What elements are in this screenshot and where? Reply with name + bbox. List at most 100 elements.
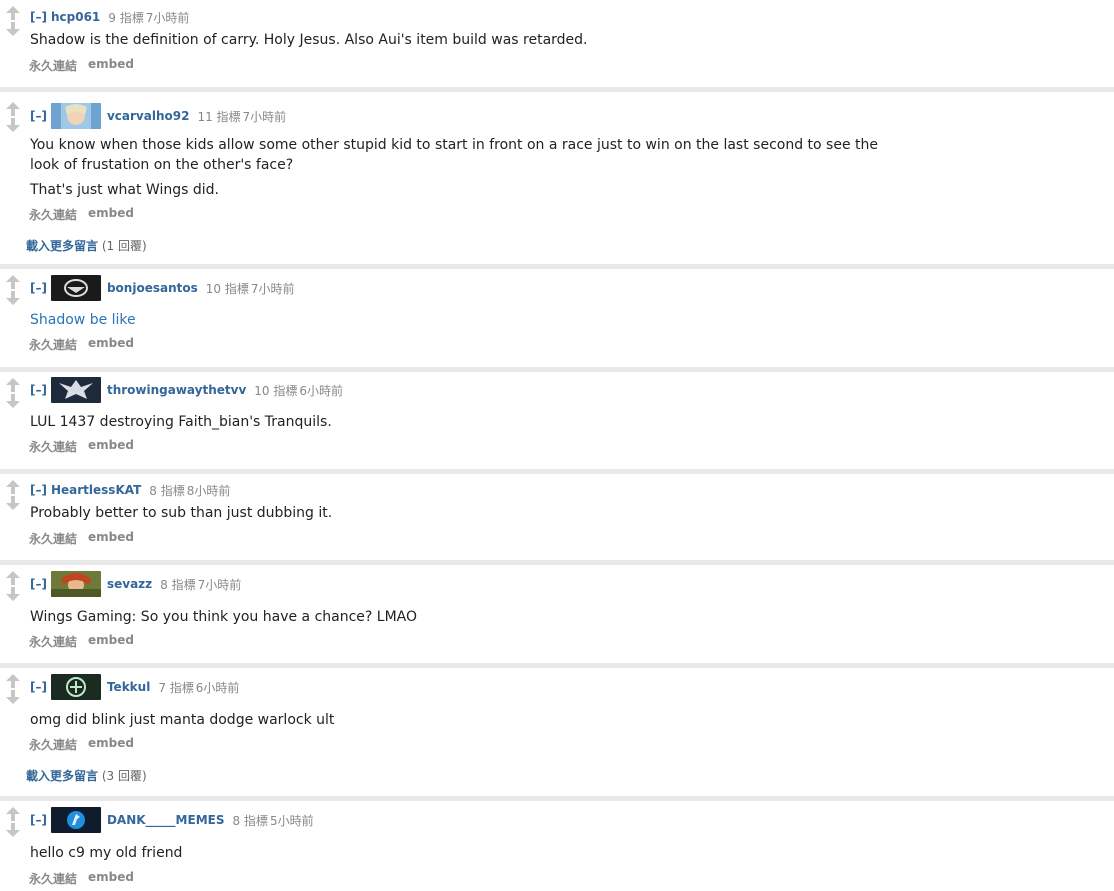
collapse-toggle[interactable]: [–]: [30, 10, 47, 24]
comment-buttons: 永久連結 embed: [29, 57, 134, 74]
comment-body: hello c9 my old friend: [30, 843, 890, 863]
score: 8 指標: [149, 483, 185, 498]
comment-text: That's just what Wings did.: [30, 182, 219, 198]
comment-tagline: [–] HeartlessKAT 8 指標 8小時前: [30, 478, 230, 502]
permalink-button[interactable]: 永久連結: [29, 206, 77, 223]
downvote-arrow-icon[interactable]: [5, 496, 21, 510]
comment-tagline: [–] throwingawaythetvv 10 指標 6小時前: [30, 376, 343, 404]
downvote-arrow-icon[interactable]: [5, 690, 21, 704]
vote-controls: [5, 6, 21, 36]
permalink-button[interactable]: 永久連結: [29, 336, 77, 353]
upvote-arrow-icon[interactable]: [5, 6, 21, 20]
score: 11 指標: [197, 109, 241, 124]
timestamp: 6小時前: [195, 680, 240, 695]
upvote-arrow-icon[interactable]: [5, 102, 21, 116]
comment-text: You know when those kids allow some othe…: [30, 137, 878, 173]
comment: [–] vcarvalho92 11 指標 7小時前 You know when…: [0, 92, 1114, 264]
comment-text: Probably better to sub than just dubbing…: [30, 505, 333, 521]
upvote-arrow-icon[interactable]: [5, 378, 21, 392]
comment-text: LUL 1437 destroying Faith_bian's Tranqui…: [30, 414, 332, 430]
timestamp: 8小時前: [186, 483, 231, 498]
permalink-button[interactable]: 永久連結: [29, 438, 77, 455]
comment: [–] DANK_____MEMES 8 指標 5小時前 hello c9 my…: [0, 801, 1114, 891]
permalink-button[interactable]: 永久連結: [29, 633, 77, 650]
avatar-optic-icon: [50, 674, 101, 700]
embed-button[interactable]: embed: [88, 336, 134, 353]
comment-buttons: 永久連結 embed: [29, 336, 134, 353]
reply-count: (1 回覆): [101, 239, 147, 253]
comment: [–] hcp061 9 指標 7小時前 Shadow is the defin…: [0, 0, 1114, 87]
permalink-button[interactable]: 永久連結: [29, 57, 77, 74]
author-link[interactable]: hcp061: [51, 10, 100, 24]
permalink-button[interactable]: 永久連結: [29, 530, 77, 547]
author-link[interactable]: HeartlessKAT: [51, 483, 141, 497]
comment-body: Probably better to sub than just dubbing…: [30, 503, 890, 523]
embed-button[interactable]: embed: [88, 206, 134, 223]
permalink-button[interactable]: 永久連結: [29, 870, 77, 887]
vote-controls: [5, 275, 21, 305]
author-link[interactable]: sevazz: [107, 577, 152, 591]
comment-text: Wings Gaming: So you think you have a ch…: [30, 609, 418, 625]
downvote-arrow-icon[interactable]: [5, 394, 21, 408]
score: 10 指標: [205, 281, 249, 296]
score: 10 指標: [254, 383, 298, 398]
collapse-toggle[interactable]: [–]: [30, 813, 47, 827]
permalink-button[interactable]: 永久連結: [29, 736, 77, 753]
downvote-arrow-icon[interactable]: [5, 22, 21, 36]
reply-count: (3 回覆): [101, 769, 147, 783]
author-link[interactable]: throwingawaythetvv: [107, 383, 246, 397]
comment-buttons: 永久連結 embed: [29, 206, 134, 223]
score: 8 指標: [232, 813, 268, 828]
upvote-arrow-icon[interactable]: [5, 674, 21, 688]
embed-button[interactable]: embed: [88, 633, 134, 650]
embed-button[interactable]: embed: [88, 736, 134, 753]
upvote-arrow-icon[interactable]: [5, 275, 21, 289]
avatar-blue-logo-icon: [50, 807, 101, 833]
author-link[interactable]: vcarvalho92: [107, 109, 189, 123]
embed-button[interactable]: embed: [88, 530, 134, 547]
comment-tagline: [–] Tekkul 7 指標 6小時前: [30, 673, 239, 701]
comment-text: hello c9 my old friend: [30, 845, 183, 861]
comment: [–] sevazz 8 指標 7小時前 Wings Gaming: So yo…: [0, 565, 1114, 663]
comment-text: Shadow is the definition of carry. Holy …: [30, 32, 588, 48]
comment-tagline: [–] hcp061 9 指標 7小時前: [30, 5, 189, 29]
collapse-toggle[interactable]: [–]: [30, 680, 47, 694]
embed-button[interactable]: embed: [88, 57, 134, 74]
comment-buttons: 永久連結 embed: [29, 633, 134, 650]
timestamp: 5小時前: [269, 813, 314, 828]
timestamp: 7小時前: [250, 281, 295, 296]
timestamp: 7小時前: [197, 577, 242, 592]
collapse-toggle[interactable]: [–]: [30, 281, 47, 295]
upvote-arrow-icon[interactable]: [5, 571, 21, 585]
embed-button[interactable]: embed: [88, 438, 134, 455]
upvote-arrow-icon[interactable]: [5, 480, 21, 494]
collapse-toggle[interactable]: [–]: [30, 577, 47, 591]
embed-button[interactable]: embed: [88, 870, 134, 887]
comment-buttons: 永久連結 embed: [29, 530, 134, 547]
comment-link[interactable]: Shadow be like: [30, 310, 890, 330]
collapse-toggle[interactable]: [–]: [30, 383, 47, 397]
downvote-arrow-icon[interactable]: [5, 291, 21, 305]
collapse-toggle[interactable]: [–]: [30, 483, 47, 497]
vote-controls: [5, 674, 21, 704]
vote-controls: [5, 571, 21, 601]
timestamp: 7小時前: [145, 10, 190, 25]
collapse-toggle[interactable]: [–]: [30, 109, 47, 123]
upvote-arrow-icon[interactable]: [5, 807, 21, 821]
timestamp: 7小時前: [242, 109, 287, 124]
avatar-team-secret-icon: [50, 275, 101, 301]
downvote-arrow-icon[interactable]: [5, 587, 21, 601]
comment-body: Shadow is the definition of carry. Holy …: [30, 30, 890, 50]
load-more-link[interactable]: 載入更多留言: [26, 769, 98, 783]
vote-controls: [5, 480, 21, 510]
author-link[interactable]: Tekkul: [107, 680, 150, 694]
avatar-eagle-crest-icon: [50, 377, 101, 403]
load-more-replies: 載入更多留言 (3 回覆): [26, 767, 147, 784]
author-link[interactable]: DANK_____MEMES: [107, 813, 225, 827]
comment-body: Wings Gaming: So you think you have a ch…: [30, 607, 890, 627]
downvote-arrow-icon[interactable]: [5, 118, 21, 132]
load-more-link[interactable]: 載入更多留言: [26, 239, 98, 253]
vote-controls: [5, 378, 21, 408]
author-link[interactable]: bonjoesantos: [107, 281, 198, 295]
downvote-arrow-icon[interactable]: [5, 823, 21, 837]
